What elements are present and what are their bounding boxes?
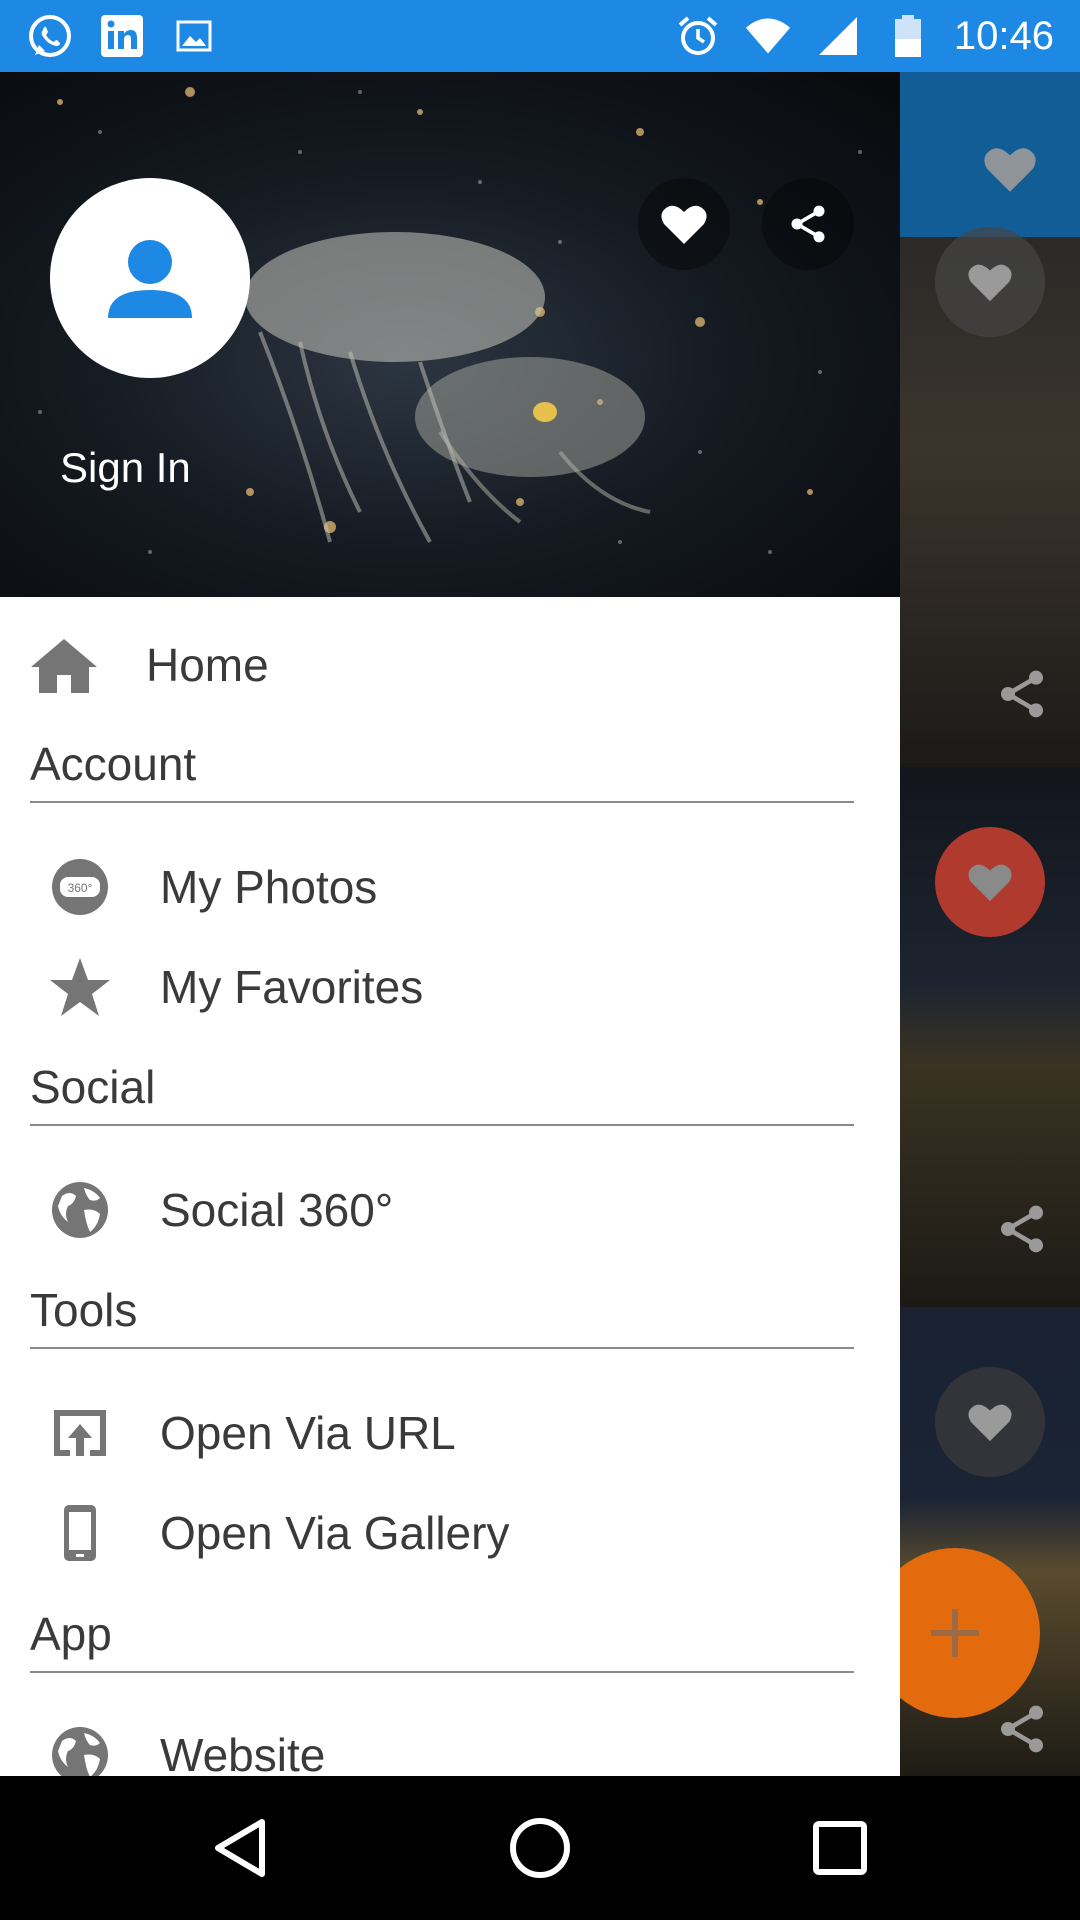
section-social: Social (30, 1060, 854, 1126)
menu-item-open-url[interactable]: Open Via URL (0, 1383, 900, 1483)
heart-icon (661, 205, 707, 244)
open-url-icon (44, 1397, 116, 1469)
menu-item-label: Home (146, 639, 269, 691)
section-account: Account (30, 737, 854, 803)
section-app: App (30, 1607, 854, 1673)
section-title: App (30, 1608, 112, 1660)
alarm-icon (674, 12, 722, 60)
heart-icon[interactable] (955, 114, 1065, 224)
liked-heart-icon[interactable] (935, 827, 1045, 937)
feed-background (900, 72, 1080, 1776)
back-icon[interactable] (204, 1812, 276, 1884)
linkedin-icon (98, 12, 146, 60)
menu-item-my-photos[interactable]: 360° My Photos (0, 837, 900, 937)
360-photo-icon: 360° (44, 851, 116, 923)
avatar[interactable] (50, 178, 250, 378)
globe-icon (44, 1174, 116, 1246)
menu-item-social-360[interactable]: Social 360° (0, 1160, 900, 1260)
sign-in-link[interactable]: Sign In (60, 444, 191, 492)
feed-card[interactable] (900, 767, 1080, 1307)
home-circle-icon[interactable] (504, 1812, 576, 1884)
status-bar: 10:46 (0, 0, 1080, 72)
menu-item-open-gallery[interactable]: Open Via Gallery (0, 1483, 900, 1583)
favorite-button[interactable] (638, 178, 730, 270)
person-icon (108, 240, 192, 318)
signal-icon (814, 12, 862, 60)
navigation-drawer: Sign In Home Account 360° My Photos My F… (0, 72, 900, 1776)
menu-item-website[interactable]: Website (0, 1705, 900, 1776)
wifi-icon (744, 12, 792, 60)
clock: 10:46 (953, 14, 1054, 58)
drawer-header: Sign In (0, 72, 900, 597)
whatsapp-icon (26, 12, 74, 60)
feed-card[interactable] (900, 72, 1080, 237)
share-icon[interactable] (990, 1197, 1054, 1261)
menu-item-home[interactable]: Home (0, 615, 900, 715)
section-tools: Tools (30, 1283, 854, 1349)
section-title: Account (30, 738, 197, 790)
battery-icon (884, 12, 932, 60)
section-title: Social (30, 1061, 156, 1113)
globe-icon (44, 1719, 116, 1776)
menu-item-label: Open Via Gallery (160, 1507, 510, 1559)
feed-card[interactable] (900, 227, 1080, 767)
menu-item-label: Social 360° (160, 1184, 394, 1236)
phone-icon (44, 1497, 116, 1569)
menu-item-label: Open Via URL (160, 1407, 456, 1459)
menu-item-label: Website (160, 1729, 326, 1776)
gallery-icon (170, 12, 218, 60)
system-navigation-bar (0, 1776, 1080, 1920)
share-icon (791, 205, 825, 243)
home-icon (28, 629, 100, 701)
section-title: Tools (30, 1284, 138, 1336)
svg-text:360°: 360° (68, 881, 93, 895)
menu-item-label: My Photos (160, 861, 378, 913)
share-button[interactable] (762, 178, 854, 270)
recents-icon[interactable] (804, 1812, 876, 1884)
share-icon[interactable] (990, 662, 1054, 726)
heart-icon[interactable] (935, 227, 1045, 337)
share-icon[interactable] (990, 1697, 1054, 1761)
menu-item-my-favorites[interactable]: My Favorites (0, 937, 900, 1037)
star-icon (44, 951, 116, 1023)
heart-icon[interactable] (935, 1367, 1045, 1477)
menu-item-label: My Favorites (160, 961, 424, 1013)
